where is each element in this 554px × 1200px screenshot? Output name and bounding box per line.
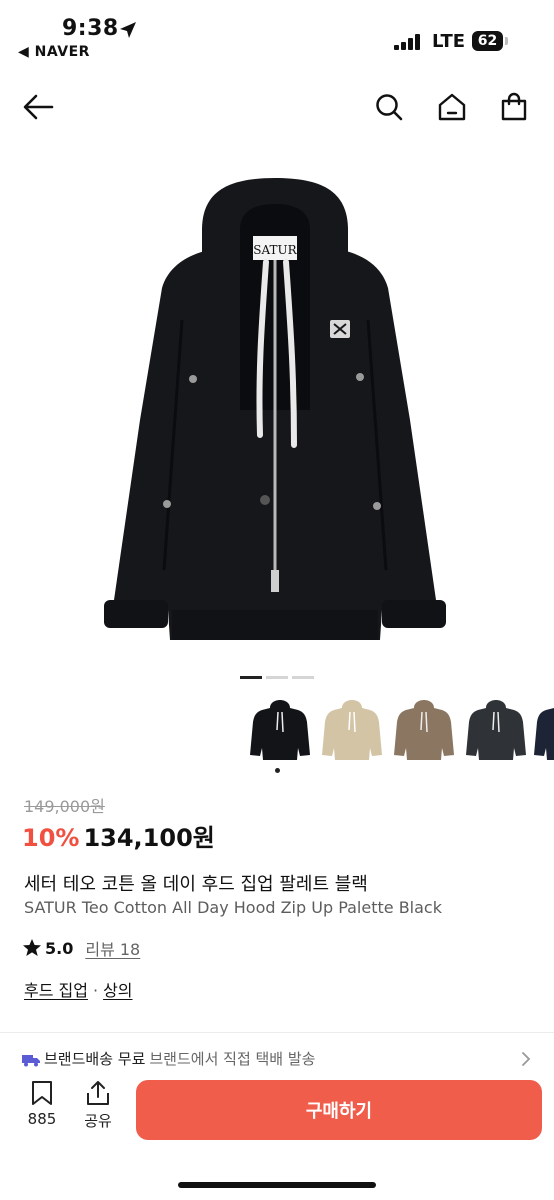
color-option-brown[interactable] (394, 700, 454, 762)
star-icon (23, 939, 41, 956)
status-bar: 9:38 ◀ NAVER LTE 62 (0, 0, 554, 70)
share-icon (87, 1081, 109, 1105)
network-type: LTE (432, 31, 466, 52)
home-indicator (178, 1182, 376, 1188)
category-separator: · (92, 981, 99, 1000)
color-option-beige[interactable] (322, 700, 382, 762)
cart-button[interactable] (497, 90, 531, 124)
section-divider (0, 1032, 554, 1033)
rating-row: 5.0 리뷰 18 (22, 936, 140, 960)
shopping-bag-icon (501, 92, 527, 121)
rating-score: 5.0 (45, 938, 74, 958)
top-nav (0, 80, 554, 136)
hoodie-thumbnail-icon (466, 700, 526, 760)
product-main-image[interactable]: SATUR (90, 170, 460, 650)
bottom-action-bar: 885 공유 구매하기 (0, 1072, 554, 1200)
sale-price: 134,100원 (83, 824, 215, 852)
svg-text:SATUR: SATUR (253, 243, 297, 257)
product-title-english: SATUR Teo Cotton All Day Hood Zip Up Pal… (24, 898, 442, 917)
gallery-dot-1 (240, 676, 262, 679)
back-button[interactable] (22, 90, 56, 124)
cellular-signal-icon (394, 34, 420, 50)
category-breadcrumb: 후드 집업 · 상의 (24, 977, 133, 1001)
bookmark-count: 885 (27, 1110, 57, 1128)
color-option-navy[interactable] (534, 700, 554, 762)
hoodie-thumbnail-icon (534, 708, 554, 760)
bookmark-icon (32, 1081, 52, 1105)
battery-level: 62 (472, 31, 503, 51)
bookmark-button[interactable]: 885 (16, 1080, 68, 1144)
chevron-right-icon (522, 1052, 531, 1066)
category-link-hood-zipup[interactable]: 후드 집업 (24, 981, 88, 1000)
buy-button[interactable]: 구매하기 (136, 1080, 542, 1140)
review-count-link[interactable]: 리뷰 18 (85, 936, 140, 960)
shipping-banner[interactable]: 브랜드배송 무료 브랜드에서 직접 택배 발송 (22, 1048, 532, 1072)
shipping-title: 브랜드배송 무료 (44, 1050, 146, 1068)
battery-cap (505, 37, 508, 45)
shipping-description: 브랜드에서 직접 택배 발송 (149, 1050, 316, 1068)
share-label: 공유 (84, 1112, 112, 1130)
gallery-dot-2 (266, 676, 288, 679)
delivery-truck-icon (22, 1054, 40, 1066)
battery-icon: 62 (472, 31, 508, 53)
product-title-korean: 세터 테오 코튼 올 데이 후드 집업 팔레트 블랙 (24, 874, 368, 895)
search-icon (376, 94, 403, 121)
color-option-black[interactable] (250, 700, 310, 762)
hoodie-image: SATUR (104, 178, 446, 640)
color-option-charcoal[interactable] (466, 700, 526, 762)
category-link-top[interactable]: 상의 (103, 981, 132, 1000)
search-button[interactable] (372, 90, 406, 124)
hoodie-thumbnail-icon (394, 700, 454, 760)
arrow-left-icon (23, 94, 54, 120)
location-arrow-icon (120, 22, 136, 38)
back-to-app-link[interactable]: ◀ NAVER (18, 44, 90, 60)
color-option-list (250, 700, 554, 776)
gallery-dot-3 (292, 676, 314, 679)
price-row: 10% 134,100원 (22, 818, 215, 853)
original-price: 149,000원 (24, 797, 105, 816)
share-button[interactable]: 공유 (72, 1080, 124, 1144)
hoodie-thumbnail-icon (250, 700, 310, 760)
discount-rate: 10% (22, 824, 80, 852)
status-time: 9:38 (62, 16, 119, 41)
home-icon (438, 93, 466, 121)
home-button[interactable] (435, 90, 469, 124)
selected-color-indicator (275, 768, 280, 773)
hoodie-thumbnail-icon (322, 700, 382, 760)
gallery-indicator (240, 676, 316, 679)
